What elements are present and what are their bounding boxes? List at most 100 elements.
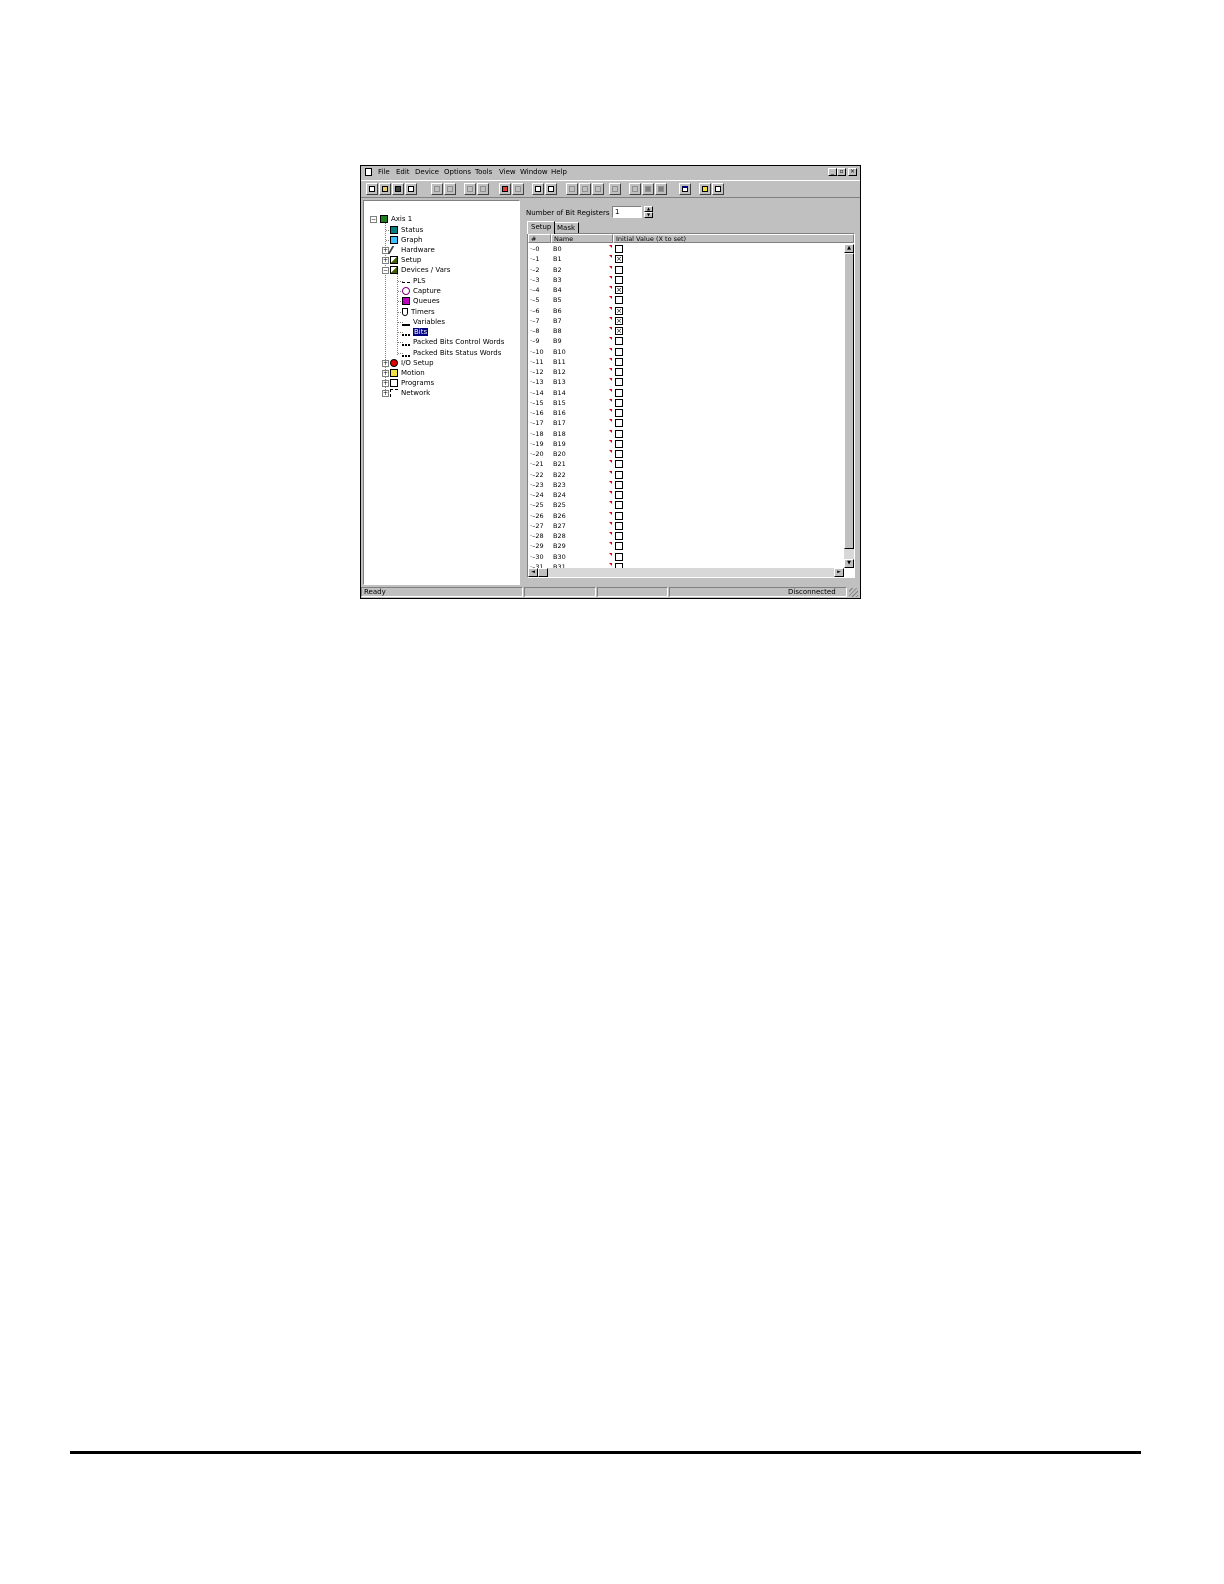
table-row[interactable]: ·–8 B8 × xyxy=(528,326,844,336)
row-name[interactable]: B3 xyxy=(553,276,562,284)
table-row[interactable]: ·–11 B11 xyxy=(528,357,844,367)
upload-button[interactable] xyxy=(431,183,443,195)
initial-value-checkbox[interactable] xyxy=(615,388,623,397)
reset-button[interactable] xyxy=(655,183,667,195)
table-row[interactable]: ·–17 B17 xyxy=(528,418,844,428)
vertical-scroll-thumb[interactable] xyxy=(844,253,854,549)
vertical-scrollbar[interactable]: ▲ ▼ xyxy=(844,244,854,568)
table-row[interactable]: ·–27 B27 xyxy=(528,521,844,531)
initial-value-checkbox[interactable]: × xyxy=(615,327,623,335)
column-header-initial-value[interactable]: Initial Value (X to set) xyxy=(613,234,854,243)
row-name[interactable]: B1 xyxy=(553,255,562,263)
expander-setup[interactable]: + xyxy=(382,257,389,264)
expander-motion[interactable]: + xyxy=(382,370,389,377)
app-icon[interactable] xyxy=(365,168,372,176)
table-row[interactable]: ·–26 B26 xyxy=(528,511,844,521)
tree-item-network[interactable]: Network xyxy=(390,388,430,398)
save-button[interactable] xyxy=(392,183,404,195)
row-name[interactable]: B9 xyxy=(553,337,562,345)
table-row[interactable]: ·–4 B4 × xyxy=(528,285,844,295)
initial-value-checkbox[interactable] xyxy=(615,368,623,376)
initial-value-checkbox[interactable] xyxy=(615,275,623,284)
spin-down-icon[interactable]: ▼ xyxy=(644,212,653,218)
table-row[interactable]: ·–15 B15 xyxy=(528,398,844,408)
initial-value-checkbox[interactable] xyxy=(615,337,623,346)
copy-button[interactable] xyxy=(532,183,544,195)
paste-button[interactable] xyxy=(545,183,557,195)
tab-setup[interactable]: Setup xyxy=(527,221,556,234)
register-count-input[interactable] xyxy=(612,206,642,218)
row-name[interactable]: B16 xyxy=(553,409,566,417)
table-row[interactable]: ·–24 B24 xyxy=(528,490,844,500)
row-name[interactable]: B27 xyxy=(553,522,566,530)
help-button[interactable] xyxy=(699,183,711,195)
table-row[interactable]: ·–2 B2 xyxy=(528,265,844,275)
initial-value-checkbox[interactable] xyxy=(615,398,623,407)
table-row[interactable]: ·–14 B14 xyxy=(528,388,844,398)
window-layout-button[interactable] xyxy=(679,183,691,195)
tree-item-axis[interactable]: Axis 1 xyxy=(380,214,412,224)
tree-item-devices-vars[interactable]: Devices / Vars xyxy=(390,265,450,275)
initial-value-checkbox[interactable] xyxy=(615,470,623,479)
expander-network[interactable]: + xyxy=(382,390,389,397)
row-name[interactable]: B23 xyxy=(553,481,566,489)
table-row[interactable]: ·–7 B7 × xyxy=(528,316,844,326)
scroll-up-icon[interactable]: ▲ xyxy=(844,244,854,253)
row-name[interactable]: B22 xyxy=(553,471,566,479)
resize-grip-icon[interactable] xyxy=(849,588,858,597)
find-button[interactable] xyxy=(566,183,578,195)
tree-item-motion[interactable]: Motion xyxy=(390,368,425,378)
column-header-number[interactable]: # xyxy=(528,234,551,243)
row-name[interactable]: B19 xyxy=(553,440,566,448)
table-row[interactable]: ·–9 B9 xyxy=(528,336,844,346)
table-row[interactable]: ·–12 B12 xyxy=(528,367,844,377)
function-button[interactable] xyxy=(609,183,621,195)
table-row[interactable]: ·–29 B29 xyxy=(528,541,844,551)
stop-button[interactable] xyxy=(642,183,654,195)
row-name[interactable]: B25 xyxy=(553,501,566,509)
column-header-name[interactable]: Name xyxy=(551,234,613,243)
tree-item-packed-status[interactable]: Packed Bits Status Words xyxy=(402,348,501,358)
table-row[interactable]: ·–13 B13 xyxy=(528,377,844,387)
new-file-button[interactable] xyxy=(366,183,378,195)
initial-value-checkbox[interactable] xyxy=(615,419,623,428)
menu-file[interactable]: File xyxy=(378,168,390,176)
run-button[interactable] xyxy=(629,183,641,195)
initial-value-checkbox[interactable] xyxy=(615,460,623,469)
initial-value-checkbox[interactable] xyxy=(615,347,623,356)
tree-item-timers[interactable]: Timers xyxy=(402,307,435,317)
expander-root[interactable]: − xyxy=(370,216,377,223)
table-row[interactable]: ·–30 B30 xyxy=(528,552,844,562)
menu-window[interactable]: Window xyxy=(520,168,548,176)
disconnect-button[interactable] xyxy=(477,183,489,195)
table-row[interactable]: ·–18 B18 xyxy=(528,429,844,439)
tree-item-pls[interactable]: PLS xyxy=(402,276,426,286)
step-button[interactable] xyxy=(579,183,591,195)
tree-item-bits[interactable]: Bits xyxy=(402,327,429,337)
table-row[interactable]: ·–10 B10 xyxy=(528,347,844,357)
table-row[interactable]: ·–20 B20 xyxy=(528,449,844,459)
row-name[interactable]: B24 xyxy=(553,491,566,499)
table-row[interactable]: ·–16 B16 xyxy=(528,408,844,418)
horizontal-scroll-thumb[interactable] xyxy=(538,568,548,577)
initial-value-checkbox[interactable] xyxy=(615,491,623,499)
scroll-right-icon[interactable]: ► xyxy=(834,568,844,577)
scroll-down-icon[interactable]: ▼ xyxy=(844,559,854,568)
row-name[interactable]: B20 xyxy=(553,450,566,458)
download-button[interactable] xyxy=(444,183,456,195)
row-name[interactable]: B10 xyxy=(553,348,566,356)
row-name[interactable]: B4 xyxy=(553,286,562,294)
tool-button[interactable] xyxy=(499,183,511,195)
menu-edit[interactable]: Edit xyxy=(396,168,410,176)
menu-help[interactable]: Help xyxy=(551,168,567,176)
initial-value-checkbox[interactable] xyxy=(615,552,623,561)
table-row[interactable]: ·–28 B28 xyxy=(528,531,844,541)
tree-item-graph[interactable]: Graph xyxy=(390,235,422,245)
tree-item-setup[interactable]: Setup xyxy=(390,255,421,265)
table-row[interactable]: ·–19 B19 xyxy=(528,439,844,449)
horizontal-scrollbar[interactable]: ◄ ► xyxy=(528,568,844,577)
scroll-left-icon[interactable]: ◄ xyxy=(528,568,538,577)
row-name[interactable]: B13 xyxy=(553,378,566,386)
initial-value-checkbox[interactable] xyxy=(615,265,623,274)
tab-mask[interactable]: Mask xyxy=(553,222,580,233)
